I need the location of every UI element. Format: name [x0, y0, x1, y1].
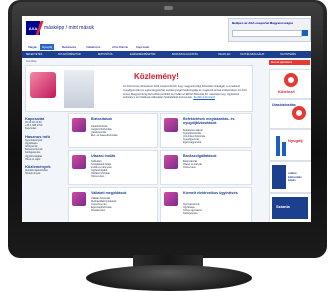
left-sidebar: Kapcsolat 06 40 40 40 40 +36 1 308 2700 … — [25, 113, 65, 219]
card-title: Bankszolgáltatások — [183, 154, 217, 158]
hero-icon — [30, 72, 56, 98]
screen: AXA másképp / mint mások Belépés az AXA … — [22, 16, 311, 222]
umbrella-icon — [292, 106, 306, 120]
card-link[interactable]: Online bank — [183, 166, 196, 169]
product-card[interactable]: Kiemelt elektronikus ügyintézés Nyomtatv… — [160, 187, 252, 222]
subnav-item-7[interactable]: ÜGYFÉLSZOLGÁLAT — [240, 51, 265, 58]
subnav-item-4[interactable]: EGÉSZSÉGPÉNZTÁR — [130, 51, 155, 58]
main-nav: Magán Nyugdíj Befektetés Vállalkozói AXA… — [22, 43, 311, 51]
card-icon — [72, 155, 86, 169]
card-link[interactable]: Élet- és balesetbiztosítás — [91, 134, 118, 137]
monitor-logo — [164, 6, 173, 10]
promo-text: Kötelező — [278, 89, 295, 94]
hero-text: Az AXA Group döntésével 2014 szeptembert… — [123, 85, 247, 100]
card-link[interactable]: Flottakezelés — [91, 209, 105, 212]
breadcrumb[interactable]: Kezdőlap — [26, 60, 36, 63]
promo-text: Nyugdíj — [288, 138, 303, 143]
hero-link[interactable]: További információ — [193, 96, 215, 99]
hero-image — [64, 70, 94, 108]
promo-card-1[interactable]: Kötelező — [269, 69, 311, 99]
hero-body: Az AXA Group döntésével 2014 szeptembert… — [123, 85, 247, 100]
login-input[interactable] — [232, 30, 302, 37]
promo-card-5[interactable]: Számla — [269, 193, 311, 222]
card-link[interactable]: Egészségpénztár — [183, 141, 201, 144]
product-card[interactable]: Biztosítások Lakásbiztosítás Gépjárműbiz… — [68, 113, 158, 148]
login-title: Belépés az AXA oneportal Magyarországra — [232, 21, 293, 25]
card-title: Befektetések megtakarítás- és nyugdíjbiz… — [183, 117, 235, 126]
sidebar-line[interactable]: Hírek és sajtó — [25, 158, 65, 161]
promo-column: Kiemelt ajánlataink Kötelező Utasbiztosí… — [269, 60, 311, 222]
nav-item-2[interactable]: Nyugdíj — [40, 44, 55, 50]
hero-banner: Közlemény! Az AXA Group döntésével 2014 … — [25, 65, 253, 112]
promo-header: Kiemelt ajánlataink — [269, 60, 310, 68]
product-card[interactable]: Utazási irodák Kalkulátor Szolgáltatók l… — [68, 150, 158, 185]
nav-item-3[interactable]: Befektetés — [60, 44, 78, 50]
promo-card-4[interactable]: online biztosítás kötés — [269, 161, 311, 193]
nav-item-6[interactable]: Kapcsolat — [134, 44, 151, 50]
login-button[interactable] — [302, 30, 308, 36]
promo-card-3[interactable]: Nyugdíj — [269, 129, 311, 161]
site-tagline: másképp / mint mások — [44, 25, 95, 31]
promo-text: online biztosítás kötés — [288, 171, 302, 183]
login-box: Belépés az AXA oneportal Magyarországra — [228, 18, 311, 42]
subnav-item-1[interactable]: BEFEKTETÉS — [26, 51, 42, 58]
nav-item-5[interactable]: AXA Rólunk — [110, 44, 130, 50]
card-icon — [164, 192, 178, 206]
product-card[interactable]: Bankszolgáltatások Bankszámlák Hitelek é… — [160, 150, 252, 185]
chart-bar-icon — [282, 142, 286, 156]
card-title: Utazási irodák — [91, 154, 116, 158]
product-card[interactable]: Vállalati megoldások Vállalati biztosítá… — [68, 187, 158, 222]
card-icon — [164, 118, 178, 132]
nav-item-4[interactable]: Vállalkozói — [84, 44, 102, 50]
subnav-item-3[interactable]: BIZTOSÍTÁS — [98, 51, 113, 58]
product-card[interactable]: Befektetések megtakarítás- és nyugdíjbiz… — [160, 113, 252, 148]
lifebuoy-icon — [284, 73, 298, 87]
card-link[interactable]: Online kötés — [91, 175, 104, 178]
card-title: Kiemelt elektronikus ügyintézés — [183, 191, 238, 195]
monitor-stand-base — [86, 265, 252, 291]
subnav-item-8[interactable]: ÜGYINTÉZÉS — [280, 51, 296, 58]
sidebar-line[interactable]: Kapcsolat — [25, 127, 65, 130]
site-header: AXA másképp / mint mások Belépés az AXA … — [22, 16, 311, 44]
card-icon — [72, 118, 86, 132]
hero-title: Közlemény! — [134, 72, 179, 81]
promo-card-2[interactable]: Utasbiztosítás — [269, 99, 311, 129]
phone-icon — [272, 165, 286, 189]
card-title: Vállalati megoldások — [91, 191, 127, 195]
subnav-item-6[interactable]: INGATLAN — [218, 51, 230, 58]
chart-bar-icon — [276, 136, 280, 156]
card-icon — [164, 155, 178, 169]
promo-text: Számla — [276, 204, 290, 209]
promo-header-text: Kiemelt ajánlataink — [271, 61, 292, 64]
nav-item-1[interactable]: Magán — [26, 44, 39, 50]
sidebar-line[interactable]: Hirdetmények — [25, 172, 65, 175]
axa-logo[interactable]: AXA — [26, 21, 40, 35]
subnav-item-2[interactable]: NYUGDÍJPÉNZTÁR — [58, 51, 81, 58]
subnav-item-5[interactable]: BANKSZOLGÁLTATÁS — [172, 51, 198, 58]
sub-nav: BEFEKTETÉS NYUGDÍJPÉNZTÁR BIZTOSÍTÁS EGÉ… — [22, 51, 311, 58]
promo-text: Utasbiztosítás — [272, 103, 296, 107]
card-title: Biztosítások — [91, 117, 113, 121]
card-link[interactable]: Kárbejelentés — [183, 212, 198, 215]
card-icon — [72, 192, 86, 206]
